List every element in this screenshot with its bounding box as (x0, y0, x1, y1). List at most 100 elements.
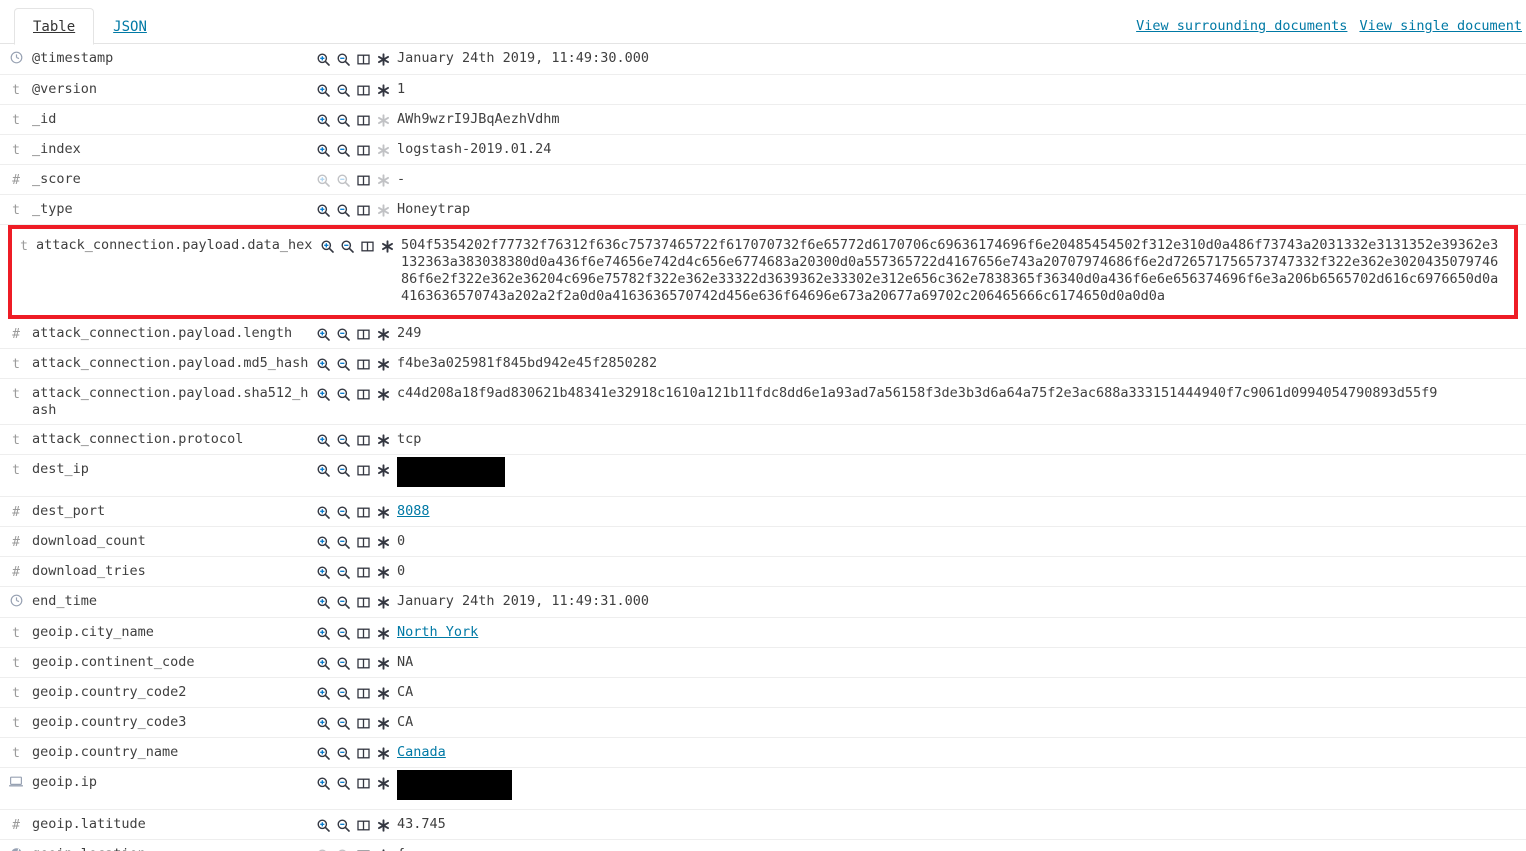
filter-for-field-present-icon[interactable] (375, 715, 392, 732)
toggle-column-in-table-icon[interactable] (355, 142, 372, 159)
filter-out-value-icon[interactable] (335, 51, 352, 68)
toggle-column-in-table-icon[interactable] (355, 432, 372, 449)
filter-for-value-icon[interactable] (315, 142, 332, 159)
toggle-column-in-table-icon[interactable] (355, 82, 372, 99)
filter-out-value-icon[interactable] (335, 202, 352, 219)
field-name: geoip.city_name (32, 624, 154, 640)
filter-out-value-icon[interactable] (335, 82, 352, 99)
filter-for-value-icon[interactable] (315, 462, 332, 479)
filter-out-value-icon[interactable] (335, 745, 352, 762)
tab-table[interactable]: Table (14, 8, 95, 45)
filter-for-field-present-icon[interactable] (375, 775, 392, 792)
filter-out-value-icon[interactable] (335, 775, 352, 792)
filter-for-field-present-icon[interactable] (375, 386, 392, 403)
toggle-column-in-table-icon[interactable] (355, 51, 372, 68)
filter-for-field-present-icon[interactable] (375, 594, 392, 611)
filter-for-field-present-icon[interactable] (375, 462, 392, 479)
filter-out-value-icon[interactable] (335, 386, 352, 403)
filter-out-value-icon[interactable] (335, 564, 352, 581)
field-actions (315, 774, 397, 791)
filter-for-value-icon[interactable] (315, 386, 332, 403)
filter-for-value-icon[interactable] (315, 745, 332, 762)
filter-out-value-icon[interactable] (335, 326, 352, 343)
filter-for-value-icon[interactable] (315, 625, 332, 642)
filter-for-value-icon[interactable] (315, 534, 332, 551)
filter-out-value-icon[interactable] (339, 238, 356, 255)
filter-out-value-icon[interactable] (335, 655, 352, 672)
filter-for-value-icon[interactable] (315, 51, 332, 68)
filter-out-value-icon[interactable] (335, 462, 352, 479)
filter-out-value-icon[interactable] (335, 817, 352, 834)
filter-for-field-present-icon[interactable] (375, 432, 392, 449)
toggle-column-in-table-icon[interactable] (355, 594, 372, 611)
toggle-column-in-table-icon[interactable] (355, 172, 372, 189)
toggle-column-in-table-icon[interactable] (355, 504, 372, 521)
filter-out-value-icon[interactable] (335, 625, 352, 642)
filter-out-value-icon[interactable] (335, 356, 352, 373)
toggle-column-in-table-icon[interactable] (355, 775, 372, 792)
toggle-column-in-table-icon[interactable] (355, 356, 372, 373)
filter-for-field-present-icon[interactable] (375, 745, 392, 762)
filter-out-value-icon[interactable] (335, 504, 352, 521)
filter-for-field-present-icon[interactable] (375, 655, 392, 672)
toggle-column-in-table-icon[interactable] (355, 685, 372, 702)
toggle-column-in-table-icon[interactable] (355, 112, 372, 129)
filter-for-field-present-icon[interactable] (375, 685, 392, 702)
filter-for-value-icon[interactable] (315, 715, 332, 732)
filter-for-value-icon[interactable] (315, 594, 332, 611)
filter-for-field-present-icon[interactable] (375, 82, 392, 99)
filter-for-value-icon[interactable] (315, 202, 332, 219)
filter-for-field-present-icon[interactable] (375, 326, 392, 343)
filter-for-value-icon[interactable] (315, 326, 332, 343)
filter-for-value-icon[interactable] (315, 817, 332, 834)
filter-out-value-icon[interactable] (335, 715, 352, 732)
toggle-column-in-table-icon[interactable] (359, 238, 376, 255)
toggle-column-in-table-icon[interactable] (355, 462, 372, 479)
filter-for-value-icon[interactable] (315, 775, 332, 792)
toggle-column-in-table-icon[interactable] (355, 564, 372, 581)
filter-out-value-icon[interactable] (335, 685, 352, 702)
filter-for-value-icon[interactable] (315, 504, 332, 521)
filter-for-field-present-icon[interactable] (379, 238, 396, 255)
filter-for-value-icon[interactable] (315, 82, 332, 99)
toggle-column-in-table-icon[interactable] (355, 817, 372, 834)
field-value: 0 (397, 563, 406, 579)
filter-for-value-icon[interactable] (315, 432, 332, 449)
toggle-column-in-table-icon[interactable] (355, 655, 372, 672)
toggle-column-in-table-icon[interactable] (355, 386, 372, 403)
filter-out-value-icon[interactable] (335, 534, 352, 551)
filter-for-field-present-icon[interactable] (375, 625, 392, 642)
filter-for-value-icon[interactable] (315, 112, 332, 129)
filter-out-value-icon[interactable] (335, 112, 352, 129)
filter-for-value-icon[interactable] (315, 685, 332, 702)
field-value-link[interactable]: North York (397, 624, 478, 640)
filter-for-field-present-icon[interactable] (375, 504, 392, 521)
filter-for-field-present-icon[interactable] (375, 817, 392, 834)
field-name: attack_connection.payload.md5_hash (32, 355, 309, 371)
filter-for-field-present-icon[interactable] (375, 847, 392, 851)
view-surrounding-documents-link[interactable]: View surrounding documents (1136, 18, 1347, 34)
filter-for-field-present-icon[interactable] (375, 564, 392, 581)
toggle-column-in-table-icon[interactable] (355, 534, 372, 551)
tab-json[interactable]: JSON (94, 8, 166, 45)
filter-for-value-icon[interactable] (315, 564, 332, 581)
toggle-column-in-table-icon[interactable] (355, 745, 372, 762)
toggle-column-in-table-icon[interactable] (355, 715, 372, 732)
field-actions (315, 325, 397, 342)
filter-out-value-icon[interactable] (335, 432, 352, 449)
filter-out-value-icon[interactable] (335, 594, 352, 611)
filter-for-value-icon[interactable] (319, 238, 336, 255)
filter-for-value-icon[interactable] (315, 655, 332, 672)
view-single-document-link[interactable]: View single document (1359, 18, 1522, 34)
toggle-column-in-table-icon[interactable] (355, 326, 372, 343)
field-value-link[interactable]: 8088 (397, 503, 430, 519)
filter-for-field-present-icon[interactable] (375, 356, 392, 373)
filter-for-value-icon[interactable] (315, 356, 332, 373)
toggle-column-in-table-icon[interactable] (355, 847, 372, 851)
field-value-link[interactable]: Canada (397, 744, 446, 760)
toggle-column-in-table-icon[interactable] (355, 625, 372, 642)
toggle-column-in-table-icon[interactable] (355, 202, 372, 219)
filter-out-value-icon[interactable] (335, 142, 352, 159)
filter-for-field-present-icon[interactable] (375, 51, 392, 68)
filter-for-field-present-icon[interactable] (375, 534, 392, 551)
